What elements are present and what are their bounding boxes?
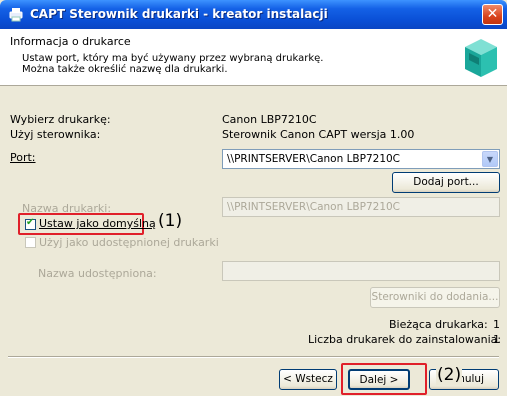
printer-name-field[interactable]: \\PRINTSERVER\Canon LBP7210C <box>222 197 500 217</box>
title-bar[interactable]: CAPT Sterownik drukarki - kreator instal… <box>0 0 507 29</box>
printer-label: Wybierz drukarkę: <box>10 113 111 126</box>
printer-icon <box>9 8 23 22</box>
header-title: Informacja o drukarce <box>10 35 131 48</box>
printer-3d-icon <box>465 39 497 77</box>
close-button[interactable]: ✕ <box>482 4 503 25</box>
driver-value: Sterownik Canon CAPT wersja 1.00 <box>222 128 415 141</box>
port-label: Port: <box>10 151 36 164</box>
port-select-value: \\PRINTSERVER\Canon LBP7210C <box>227 153 401 165</box>
callout-2: (2) <box>436 365 463 385</box>
share-printer-label: Użyj jako udostępnionej drukarki <box>39 236 219 249</box>
current-printer-value: 1 <box>493 318 500 331</box>
share-name-label: Nazwa udostępniona: <box>38 267 157 280</box>
installer-window: CAPT Sterownik drukarki - kreator instal… <box>0 0 507 396</box>
set-default-checkbox[interactable] <box>25 217 36 230</box>
drivers-to-add-button[interactable]: Sterowniki do dodania... <box>370 287 500 308</box>
printer-value: Canon LBP7210C <box>222 113 317 126</box>
printers-total-value: 1 <box>493 333 500 346</box>
callout-1: (1) <box>158 211 183 231</box>
current-printer-label: Bieżąca drukarka: <box>389 318 488 331</box>
add-port-button[interactable]: Dodaj port... <box>392 172 500 193</box>
set-default-label[interactable]: Ustaw jako domyślną <box>39 217 156 230</box>
wizard-header: Informacja o drukarce Ustaw port, który … <box>0 29 507 86</box>
driver-label: Użyj sterownika: <box>10 128 101 141</box>
printers-total-label: Liczba drukarek do zainstalowania: <box>308 333 502 346</box>
window-title: CAPT Sterownik drukarki - kreator instal… <box>30 7 328 21</box>
port-select[interactable]: \\PRINTSERVER\Canon LBP7210C ▼ <box>222 149 500 169</box>
next-button[interactable]: Dalej > <box>348 369 410 390</box>
share-printer-checkbox[interactable] <box>25 237 36 248</box>
back-button[interactable]: < Wstecz <box>279 369 337 390</box>
header-desc-line2: Można także określić nazwę dla drukarki. <box>22 64 228 75</box>
printer-name-value: \\PRINTSERVER\Canon LBP7210C <box>227 201 401 213</box>
chevron-down-icon[interactable]: ▼ <box>482 151 498 167</box>
header-desc-line1: Ustaw port, który ma być używany przez w… <box>22 53 324 64</box>
header-description: Ustaw port, który ma być używany przez w… <box>22 53 323 75</box>
footer-divider <box>8 356 499 358</box>
share-name-field[interactable] <box>222 261 500 281</box>
